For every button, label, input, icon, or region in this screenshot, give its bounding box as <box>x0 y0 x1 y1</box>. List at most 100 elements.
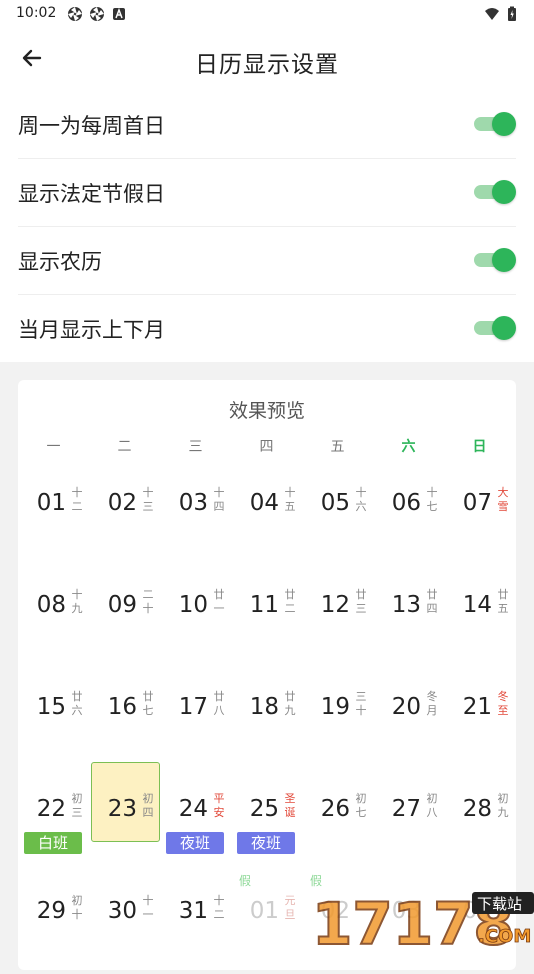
day-number: 28 <box>462 796 492 822</box>
weekday-label: 三 <box>188 439 203 455</box>
calendar-day[interactable]: 17 廿八 <box>160 668 231 770</box>
calendar-day[interactable]: 24 平安夜班 <box>160 770 231 872</box>
setting-label: 周一为每周首日 <box>18 114 165 138</box>
day-number: 29 <box>36 898 66 924</box>
calendar-day[interactable]: 02 十三 <box>89 464 160 566</box>
day-number: 19 <box>320 694 350 720</box>
calendar-day[interactable]: 07 大雪 <box>444 464 515 566</box>
status-time: 10:02 <box>16 5 57 21</box>
lunar-date: 平安 <box>213 792 225 819</box>
day-number: 08 <box>36 592 66 618</box>
calendar-day-selected[interactable]: 23 初四 <box>89 762 160 872</box>
aperture-icon <box>68 7 82 21</box>
day-number: 16 <box>107 694 137 720</box>
svg-text:下载站: 下载站 <box>477 895 522 913</box>
lunar-date: 十六 <box>355 486 367 513</box>
day-number: 24 <box>178 796 208 822</box>
calendar-day[interactable]: 25 圣诞夜班 <box>231 770 302 872</box>
weekday-label: 四 <box>259 439 274 455</box>
setting-label: 显示法定节假日 <box>18 182 165 206</box>
day-number: 14 <box>462 592 492 618</box>
adjacent-months-toggle[interactable] <box>474 316 516 340</box>
calendar-day[interactable]: 20 冬月 <box>373 668 444 770</box>
calendar-day[interactable]: 26 初七 <box>302 770 373 872</box>
lunar-toggle[interactable] <box>474 248 516 272</box>
day-number: 17 <box>178 694 208 720</box>
setting-row-holidays[interactable]: 显示法定节假日 <box>18 158 516 227</box>
day-number: 11 <box>249 592 279 618</box>
lunar-date: 十五 <box>284 486 296 513</box>
shift-badge: 夜班 <box>237 832 295 854</box>
calendar-day[interactable]: 09 二十 <box>89 566 160 668</box>
settings-list: 周一为每周首日 显示法定节假日 显示农历 当月显示上下月 <box>0 90 534 362</box>
calendar-day[interactable]: 11 廿二 <box>231 566 302 668</box>
calendar-day[interactable]: 05 十六 <box>302 464 373 566</box>
holidays-toggle[interactable] <box>474 180 516 204</box>
day-number: 25 <box>249 796 279 822</box>
calendar-day[interactable]: 31 十二 <box>160 872 231 974</box>
site-watermark-logo: 17178 下载站 .COM <box>311 889 534 950</box>
calendar-day[interactable]: 21 冬至 <box>444 668 515 770</box>
day-number: 31 <box>178 898 208 924</box>
holiday-tag: 假 <box>239 874 252 888</box>
lunar-date: 初九 <box>497 792 509 819</box>
page-title: 日历显示设置 <box>195 52 339 78</box>
svg-text:.COM: .COM <box>478 926 531 947</box>
lunar-date: 十二 <box>213 894 225 921</box>
lunar-date: 廿五 <box>497 588 509 615</box>
lunar-date: 廿四 <box>426 588 438 615</box>
lunar-date: 廿七 <box>142 690 154 717</box>
day-number: 18 <box>249 694 279 720</box>
day-number: 05 <box>320 490 350 516</box>
calendar-day[interactable]: 19 三十 <box>302 668 373 770</box>
aperture-icon <box>90 7 104 21</box>
lunar-date: 初十 <box>71 894 83 921</box>
shift-badge: 白班 <box>24 832 82 854</box>
calendar-day[interactable]: 22 初三白班 <box>18 770 89 872</box>
calendar-day[interactable]: 16 廿七 <box>89 668 160 770</box>
status-bar: 10:02 <box>0 0 534 28</box>
calendar-day[interactable]: 01 十二 <box>18 464 89 566</box>
calendar-day[interactable]: 30 十一 <box>89 872 160 974</box>
setting-row-adjacent-months[interactable]: 当月显示上下月 <box>18 294 516 362</box>
lunar-date: 廿九 <box>284 690 296 717</box>
day-number: 20 <box>391 694 421 720</box>
calendar-day[interactable]: 10 廿一 <box>160 566 231 668</box>
calendar-day[interactable]: 13 廿四 <box>373 566 444 668</box>
calendar-day[interactable]: 28 初九 <box>444 770 515 872</box>
lunar-date: 冬月 <box>426 690 438 717</box>
day-number: 21 <box>462 694 492 720</box>
calendar-day[interactable]: 27 初八 <box>373 770 444 872</box>
day-number: 27 <box>391 796 421 822</box>
setting-row-lunar[interactable]: 显示农历 <box>18 226 516 295</box>
weekday-label: 二 <box>117 439 132 455</box>
weekday-label: 日 <box>472 439 487 455</box>
day-number: 06 <box>391 490 421 516</box>
notification-a-icon <box>113 7 125 20</box>
lunar-date: 十九 <box>71 588 83 615</box>
monday-first-toggle[interactable] <box>474 112 516 136</box>
preview-card: 效果预览 一二三四五六日 01 十二 02 十三 03 十四 04 十五 05 十六 06 十七 07 大… <box>18 380 516 970</box>
calendar-day[interactable]: 06 十七 <box>373 464 444 566</box>
calendar-day[interactable]: 03 十四 <box>160 464 231 566</box>
day-number: 09 <box>107 592 137 618</box>
holiday-tag: 假 <box>310 874 323 888</box>
calendar-day[interactable]: 18 廿九 <box>231 668 302 770</box>
setting-row-monday-first[interactable]: 周一为每周首日 <box>18 90 516 159</box>
calendar-day[interactable]: 29 初十 <box>18 872 89 974</box>
calendar-day[interactable]: 12 廿三 <box>302 566 373 668</box>
lunar-date: 三十 <box>355 690 367 717</box>
lunar-date: 初三 <box>71 792 83 819</box>
calendar-day[interactable]: 14 廿五 <box>444 566 515 668</box>
lunar-date: 十二 <box>71 486 83 513</box>
day-number: 12 <box>320 592 350 618</box>
calendar-day[interactable]: 04 十五 <box>231 464 302 566</box>
calendar-day[interactable]: 08 十九 <box>18 566 89 668</box>
day-number: 01 <box>36 490 66 516</box>
day-number: 01 <box>249 898 279 924</box>
calendar-day[interactable]: 15 廿六 <box>18 668 89 770</box>
lunar-date: 十一 <box>142 894 154 921</box>
lunar-date: 十四 <box>213 486 225 513</box>
calendar-day[interactable]: 假 01 元旦 <box>231 872 302 974</box>
day-number: 07 <box>462 490 492 516</box>
